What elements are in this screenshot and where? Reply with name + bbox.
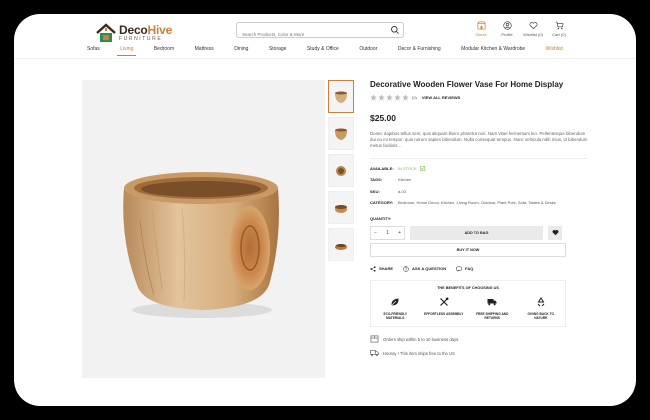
search-bar	[236, 22, 404, 42]
quantity-label: QUANTITY:	[370, 215, 392, 221]
cart-icon	[555, 21, 563, 30]
product-description: Donec dapibus tellus sem, quis aliquam l…	[370, 131, 588, 149]
product-specs: AVAILABLE: IN STOCK TAGS: Kitchen SKU: a…	[370, 166, 588, 206]
thumbnail-strip	[328, 80, 354, 265]
star-icon	[378, 94, 385, 101]
thumbnail-1[interactable]	[328, 80, 354, 113]
faq-icon	[456, 266, 462, 272]
category-nav: Sofas Living Bedroom Mattress Dining Sto…	[84, 45, 566, 56]
share-icon	[370, 266, 376, 272]
availability-value: IN STOCK	[398, 166, 573, 172]
stores-icon	[476, 21, 486, 30]
rating-row: (0) VIEW ALL REVIEWS	[370, 94, 588, 101]
benefits-title: THE BENEFITS OF CHOOSING US	[437, 285, 499, 290]
question-icon	[403, 266, 409, 272]
product-actions: SHARE ASK A QUESTION FAQ	[370, 266, 588, 272]
product-title: Decorative Wooden Flower Vase For Home D…	[370, 80, 564, 89]
rating-stars	[370, 94, 409, 101]
stores-link[interactable]: Stores	[471, 21, 491, 37]
nav-item-outdoor[interactable]: Outdoor	[356, 45, 380, 56]
wishlist-button[interactable]	[548, 225, 562, 240]
nav-item-mattress[interactable]: Mattress	[192, 45, 217, 56]
wishlist-link[interactable]: Wishlist (0)	[523, 21, 543, 37]
browser-frame: DecoHive FURNITURE Stores Profile	[14, 14, 636, 406]
category-value[interactable]: Bedroom, Home Decor, Kitchen, Living Roo…	[398, 200, 573, 206]
header-divider	[14, 58, 636, 59]
purchase-row: − 1 + ADD TO BAG	[370, 225, 588, 240]
share-button[interactable]: SHARE	[370, 266, 393, 272]
faq-button[interactable]: FAQ	[456, 266, 473, 272]
view-all-reviews-link[interactable]: VIEW ALL REVIEWS	[422, 95, 460, 100]
star-icon	[370, 94, 377, 101]
divider	[370, 157, 588, 159]
nav-item-wishlist[interactable]: Wishlist	[543, 45, 566, 56]
add-to-bag-button[interactable]: ADD TO BAG	[410, 225, 543, 240]
product-main-image[interactable]	[82, 80, 325, 378]
thumbnail-5[interactable]	[328, 228, 354, 261]
nav-item-decor-furnishing[interactable]: Decor & Furnishing	[395, 45, 444, 56]
nav-item-storage[interactable]: Storage	[266, 45, 290, 56]
benefit-eco: ECO-FRIENDLY MATERIALS	[375, 297, 415, 320]
benefit-assembly: EFFORTLESS ASSEMBLY	[424, 297, 464, 320]
tags-value[interactable]: Kitchen	[398, 177, 573, 183]
header-icons: Stores Profile Wishlist (0) Cart (0)	[471, 21, 569, 37]
heart-icon	[552, 230, 558, 236]
nav-item-dining[interactable]: Dining	[231, 45, 251, 56]
cart-link[interactable]: Cart (0)	[549, 21, 569, 37]
nav-item-modular-kitchen[interactable]: Modular Kitchen & Wardrobe	[458, 45, 528, 56]
star-icon	[402, 94, 409, 101]
thumbnail-4[interactable]	[328, 191, 354, 224]
product-price: $25.00	[370, 113, 396, 123]
delivery-truck-icon	[370, 350, 379, 357]
house-logo-icon	[96, 23, 116, 43]
search-icon[interactable]	[390, 25, 400, 35]
quantity-minus-button[interactable]: −	[374, 230, 377, 236]
product-info: Decorative Wooden Flower Vase For Home D…	[370, 80, 588, 357]
wishlist-icon	[529, 22, 537, 30]
nav-item-living[interactable]: Living	[117, 45, 137, 56]
benefit-nature: GIVING BACK TO NATURE	[521, 297, 561, 320]
nav-item-sofas[interactable]: Sofas	[84, 45, 103, 56]
benefits-box: THE BENEFITS OF CHOOSING US ECO-FRIENDLY…	[370, 279, 566, 328]
nav-item-study-office[interactable]: Study & Office	[304, 45, 342, 56]
nav-item-bedroom[interactable]: Bedroom	[151, 45, 177, 56]
leaf-icon	[391, 298, 399, 306]
star-icon	[386, 94, 393, 101]
logo-subtitle: FURNITURE	[119, 36, 163, 42]
shipping-time: Orders ship within 5 to 10 business days…	[370, 335, 588, 343]
logo-name: DecoHive	[119, 23, 173, 37]
truck-icon	[487, 298, 497, 306]
benefit-shipping: FREE SHIPPING AND RETURNS	[472, 297, 512, 320]
ask-question-button[interactable]: ASK A QUESTION	[403, 266, 446, 272]
check-icon	[419, 166, 425, 172]
wooden-vase-image	[123, 172, 279, 318]
sku-label: SKU:	[370, 188, 380, 194]
sku-value: a-03	[398, 188, 407, 194]
quantity-stepper: − 1 +	[370, 225, 405, 240]
package-icon	[370, 335, 379, 343]
star-icon	[394, 94, 401, 101]
thumbnail-3[interactable]	[328, 154, 354, 187]
quantity-plus-button[interactable]: +	[398, 230, 401, 236]
thumbnail-2[interactable]	[328, 117, 354, 150]
quantity-value[interactable]: 1	[386, 230, 389, 236]
logo[interactable]: DecoHive FURNITURE	[96, 18, 172, 48]
profile-link[interactable]: Profile	[497, 21, 517, 37]
category-label: CATEGORY:	[370, 200, 394, 206]
search-input[interactable]	[237, 27, 382, 42]
tags-label: TAGS:	[370, 177, 383, 183]
available-label: AVAILABLE:	[370, 165, 394, 171]
tools-icon	[439, 297, 449, 306]
recycle-icon	[537, 297, 545, 307]
free-shipping-note: Hooray ! This item ships free to the US	[370, 349, 588, 357]
profile-icon	[502, 21, 512, 30]
buy-it-now-button[interactable]: BUY IT NOW	[370, 242, 566, 257]
review-count: (0)	[412, 95, 417, 100]
